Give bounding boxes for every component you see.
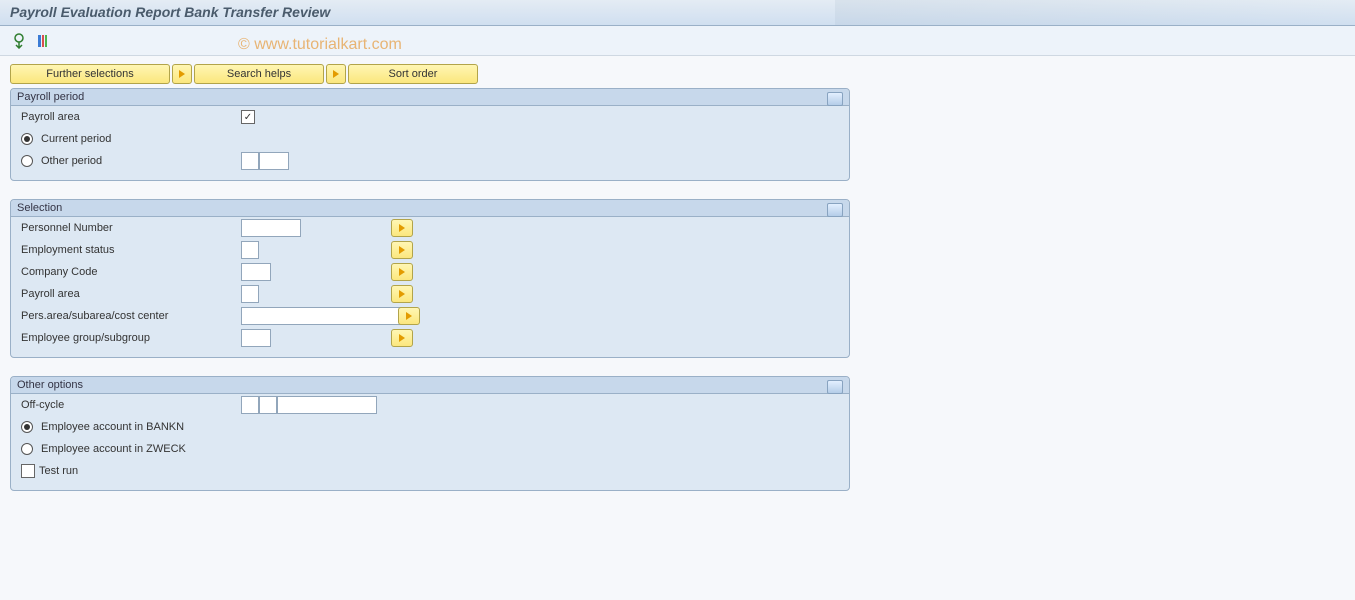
further-selections-button[interactable]: Further selections — [10, 64, 170, 84]
group-header: Other options — [11, 377, 849, 394]
execute-icon[interactable] — [10, 32, 28, 50]
btn-label: Further selections — [46, 68, 133, 80]
payroll-area-sel-label: Payroll area — [21, 288, 241, 300]
current-period-radio[interactable] — [21, 133, 33, 145]
arrow-right-icon — [333, 70, 339, 78]
current-period-radio-label[interactable]: Current period — [21, 133, 241, 145]
company-code-label: Company Code — [21, 266, 241, 278]
arrow-right-icon — [399, 268, 405, 276]
sort-order-button[interactable]: Sort order — [348, 64, 478, 84]
btn-label: Search helps — [227, 68, 291, 80]
radio-text: Employee account in BANKN — [41, 421, 184, 433]
payroll-area-label: Payroll area — [21, 111, 241, 123]
title-bar: Payroll Evaluation Report Bank Transfer … — [0, 0, 1355, 26]
other-period-input-2[interactable] — [259, 152, 289, 170]
arrow-right-icon — [399, 290, 405, 298]
employment-status-label: Employment status — [21, 244, 241, 256]
employment-status-input[interactable] — [241, 241, 259, 259]
personnel-number-label: Personnel Number — [21, 222, 241, 234]
off-cycle-input-2[interactable] — [259, 396, 277, 414]
employment-status-multiselect-button[interactable] — [391, 241, 413, 259]
employee-group-input[interactable] — [241, 329, 271, 347]
emp-zweck-radio[interactable] — [21, 443, 33, 455]
btn-label: Sort order — [389, 68, 438, 80]
personnel-number-multiselect-button[interactable] — [391, 219, 413, 237]
page-title: Payroll Evaluation Report Bank Transfer … — [10, 4, 330, 20]
emp-bankn-radio[interactable] — [21, 421, 33, 433]
radio-text: Current period — [41, 133, 111, 145]
payroll-area-multiselect-button[interactable] — [391, 285, 413, 303]
pers-area-input[interactable] — [241, 307, 401, 325]
pers-area-multiselect-button[interactable] — [398, 307, 420, 325]
other-options-group: Other options Off-cycle Employee account… — [10, 376, 850, 491]
employee-group-multiselect-button[interactable] — [391, 329, 413, 347]
arrow-right-icon — [179, 70, 185, 78]
arrow-right-icon — [406, 312, 412, 320]
radio-text: Other period — [41, 155, 102, 167]
selection-buttons-row: Further selections Search helps Sort ord… — [10, 64, 1345, 84]
other-period-input-1[interactable] — [241, 152, 259, 170]
emp-zweck-radio-label[interactable]: Employee account in ZWECK — [21, 443, 241, 455]
other-period-radio-label[interactable]: Other period — [21, 155, 241, 167]
selection-group: Selection Personnel Number Employment st… — [10, 199, 850, 358]
search-helps-button[interactable]: Search helps — [194, 64, 324, 84]
off-cycle-input-1[interactable] — [241, 396, 259, 414]
payroll-period-group: Payroll period Payroll area ✓ Current pe… — [10, 88, 850, 181]
checkbox-text: Test run — [39, 465, 78, 477]
employee-group-label: Employee group/subgroup — [21, 332, 241, 344]
arrow-right-icon — [399, 246, 405, 254]
arrow-right-icon — [399, 334, 405, 342]
sort-order-icon-button[interactable] — [326, 64, 346, 84]
test-run-checkbox[interactable] — [21, 464, 35, 478]
pers-area-label: Pers.area/subarea/cost center — [21, 310, 241, 322]
off-cycle-input-3[interactable] — [277, 396, 377, 414]
content-area: Further selections Search helps Sort ord… — [0, 56, 1355, 600]
company-code-input[interactable] — [241, 263, 271, 281]
arrow-right-icon — [399, 224, 405, 232]
other-period-radio[interactable] — [21, 155, 33, 167]
app-toolbar — [0, 26, 1355, 56]
company-code-multiselect-button[interactable] — [391, 263, 413, 281]
personnel-number-input[interactable] — [241, 219, 301, 237]
search-helps-icon-button[interactable] — [172, 64, 192, 84]
payroll-area-checkbox[interactable]: ✓ — [241, 110, 255, 124]
emp-bankn-radio-label[interactable]: Employee account in BANKN — [21, 421, 241, 433]
variant-icon[interactable] — [34, 32, 52, 50]
group-header: Selection — [11, 200, 849, 217]
test-run-checkbox-label[interactable]: Test run — [21, 464, 241, 478]
radio-text: Employee account in ZWECK — [41, 443, 186, 455]
off-cycle-label: Off-cycle — [21, 399, 241, 411]
group-header: Payroll period — [11, 89, 849, 106]
payroll-area-sel-input[interactable] — [241, 285, 259, 303]
